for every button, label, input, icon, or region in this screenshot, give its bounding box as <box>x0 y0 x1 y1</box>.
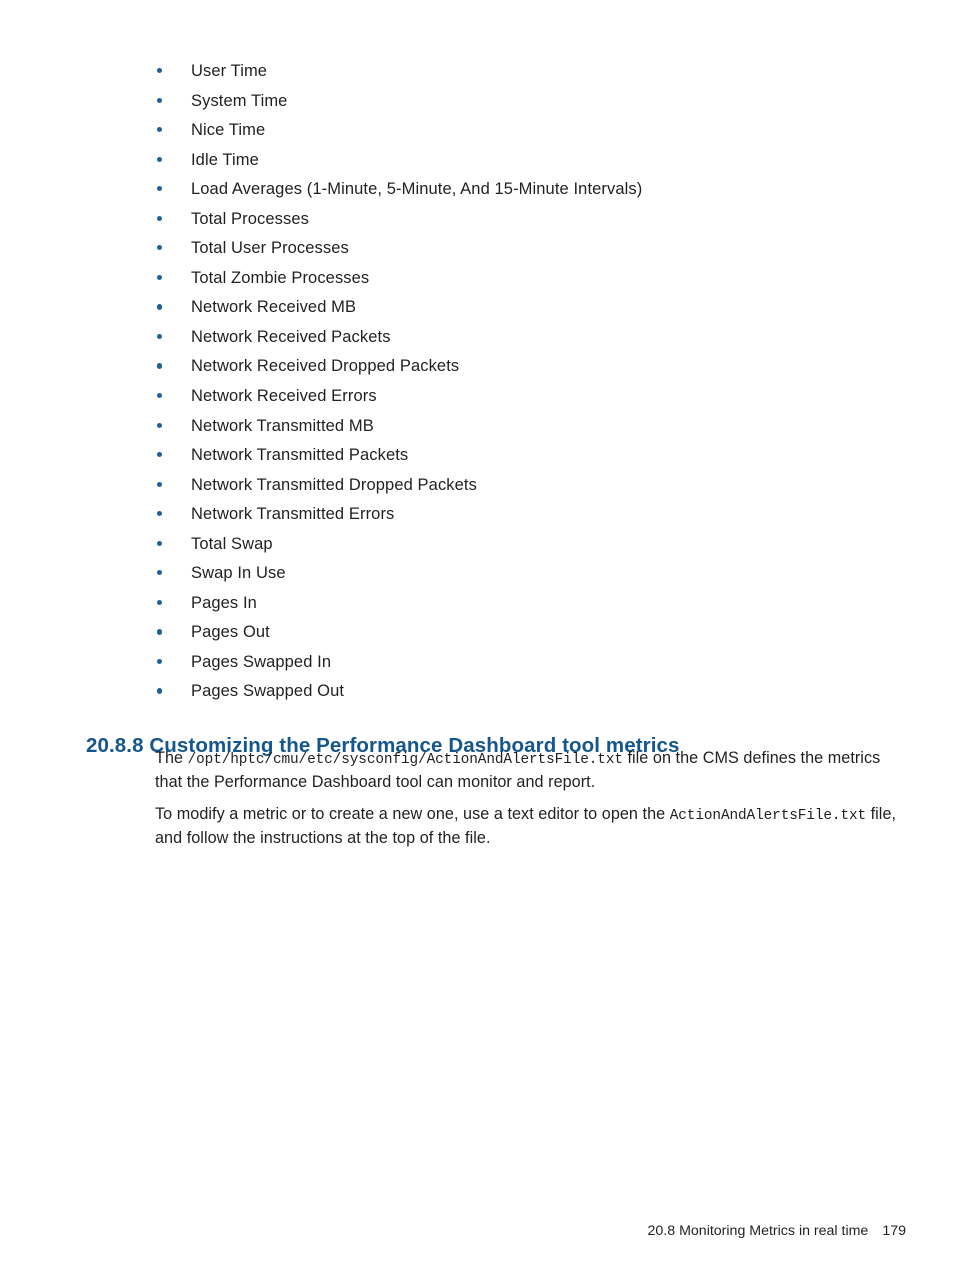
list-item-label: Pages Swapped In <box>191 652 332 671</box>
bullet-icon <box>157 393 163 399</box>
paragraph-modify-metric: To modify a metric or to create a new on… <box>155 804 900 849</box>
bullet-icon <box>157 363 163 369</box>
list-item: Pages Swapped Out <box>155 678 915 708</box>
list-item-label: Total User Processes <box>191 239 349 258</box>
list-item: Pages Out <box>155 619 915 649</box>
list-item-label: Network Transmitted Errors <box>191 505 395 524</box>
list-item-label: Total Swap <box>191 534 273 553</box>
config-file-path: /opt/hptc/cmu/etc/sysconfig/ActionAndAle… <box>187 752 623 768</box>
list-item-label: Swap In Use <box>191 564 286 583</box>
list-item-label: Pages Out <box>191 623 270 642</box>
list-item: Total Processes <box>155 206 915 236</box>
list-item: Network Received Packets <box>155 324 915 354</box>
page-footer: 20.8 Monitoring Metrics in real time 179 <box>648 1222 906 1240</box>
list-item: Idle Time <box>155 147 915 177</box>
list-item: Network Received MB <box>155 294 915 324</box>
bullet-icon <box>157 215 163 221</box>
bullet-icon <box>157 274 163 281</box>
list-item: Pages Swapped In <box>155 649 915 679</box>
list-item-label: Pages Swapped Out <box>191 682 345 701</box>
bullet-icon <box>157 688 163 694</box>
paragraph-lead-text: The <box>155 749 188 767</box>
list-item: Load Averages (1-Minute, 5-Minute, And 1… <box>155 176 915 206</box>
list-item: User Time <box>155 58 915 88</box>
bullet-icon <box>157 599 163 606</box>
bullet-icon <box>157 97 163 103</box>
list-item: Network Transmitted Dropped Packets <box>155 472 915 502</box>
list-item: Total Swap <box>155 531 915 561</box>
list-item-label: System Time <box>191 91 288 110</box>
list-item-label: Pages In <box>191 593 257 612</box>
list-item: Pages In <box>155 590 915 620</box>
bullet-icon <box>157 186 163 192</box>
bullet-icon <box>157 422 163 428</box>
list-item-label: Network Transmitted Dropped Packets <box>191 475 477 494</box>
list-item: Network Transmitted Packets <box>155 442 915 472</box>
section-body: The /opt/hptc/cmu/etc/sysconfig/ActionAn… <box>155 748 900 849</box>
bullet-icon <box>157 511 163 517</box>
list-item-label: Network Received Errors <box>191 387 377 406</box>
list-item: Network Received Errors <box>155 383 915 413</box>
list-item-label: Network Received Packets <box>191 327 391 346</box>
list-item-label: Total Processes <box>191 209 309 228</box>
list-item-label: Total Zombie Processes <box>191 268 370 287</box>
bullet-icon <box>157 481 163 487</box>
bullet-icon <box>157 156 163 162</box>
list-item-label: Load Averages (1-Minute, 5-Minute, And 1… <box>191 180 643 199</box>
bullet-icon <box>157 245 163 251</box>
list-item: Nice Time <box>155 117 915 147</box>
list-item-label: Network Transmitted MB <box>191 416 374 435</box>
list-item: System Time <box>155 88 915 118</box>
paragraph-lead-text: To modify a metric or to create a new on… <box>155 805 670 823</box>
document-page: User Time System Time Nice Time Idle Tim… <box>0 0 954 1271</box>
bullet-icon <box>157 540 163 546</box>
footer-running-head: 20.8 Monitoring Metrics in real time <box>647 1223 869 1239</box>
footer-page-number: 179 <box>882 1223 906 1239</box>
performance-metrics-list: User Time System Time Nice Time Idle Tim… <box>155 58 915 708</box>
list-item-label: Network Transmitted Packets <box>191 446 409 465</box>
list-item: Network Received Dropped Packets <box>155 353 915 383</box>
list-item-label: Network Received Dropped Packets <box>191 357 460 376</box>
bullet-icon <box>157 452 163 458</box>
bullet-icon <box>157 127 163 133</box>
list-item-label: Idle Time <box>191 150 259 169</box>
bullet-icon <box>157 304 163 310</box>
bullet-icon <box>157 68 163 74</box>
list-item: Network Transmitted Errors <box>155 501 915 531</box>
list-item: Total Zombie Processes <box>155 265 915 295</box>
list-item-label: Network Received MB <box>191 298 357 317</box>
bullet-icon <box>157 333 163 340</box>
list-item: Swap In Use <box>155 560 915 590</box>
bullet-icon <box>157 570 163 576</box>
list-item: Network Transmitted MB <box>155 413 915 443</box>
list-item-label: Nice Time <box>191 121 266 140</box>
paragraph-file-location: The /opt/hptc/cmu/etc/sysconfig/ActionAn… <box>155 748 900 793</box>
list-item: Total User Processes <box>155 235 915 265</box>
config-file-name: ActionAndAlertsFile.txt <box>669 808 867 824</box>
bullet-icon <box>157 658 163 665</box>
bullet-icon <box>157 629 163 635</box>
list-item-label: User Time <box>191 62 268 80</box>
